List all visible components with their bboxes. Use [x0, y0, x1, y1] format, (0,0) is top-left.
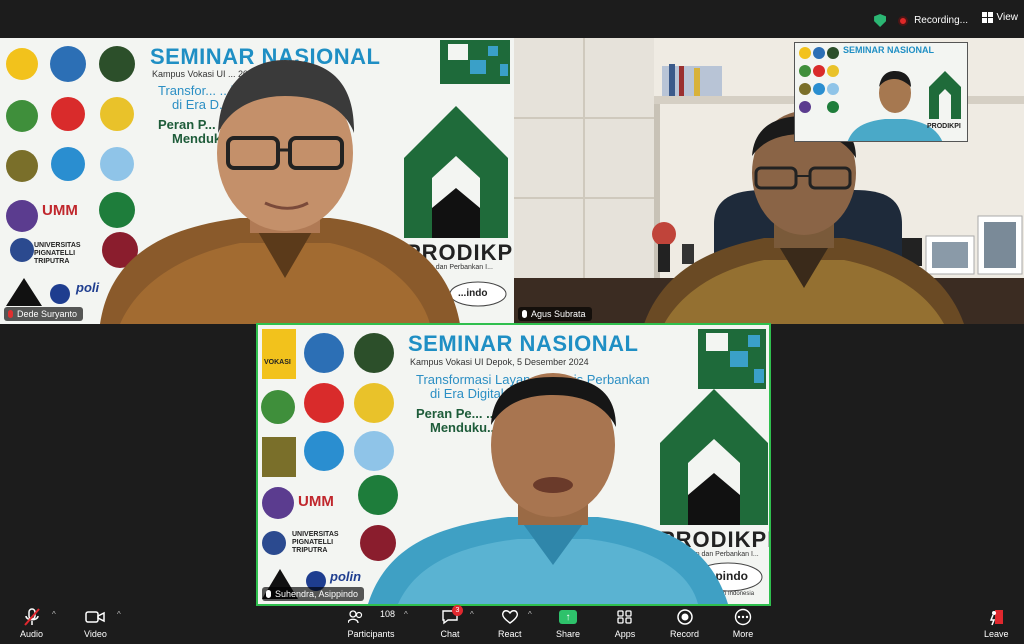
- video-tile-agus-subrata[interactable]: SEMINAR NASIONAL PRODIKPI Agus Subrata: [514, 38, 1024, 324]
- record-dot-icon: [898, 15, 909, 26]
- leave-button[interactable]: Leave: [984, 608, 1009, 639]
- self-view-brand: PRODIKPI: [927, 123, 961, 130]
- record-button[interactable]: Record: [670, 608, 699, 639]
- participant-name-badge: Dede Suryanto: [4, 307, 84, 321]
- umm-logo-text: UMM: [298, 493, 334, 510]
- audio-button[interactable]: Audio: [20, 608, 43, 639]
- askrindo-logo-text: ...indo: [458, 288, 488, 299]
- mic-icon: [522, 310, 527, 318]
- muted-mic-icon: [8, 310, 13, 318]
- shield-icon: [874, 14, 887, 27]
- apps-icon: [614, 608, 636, 626]
- participants-count: 108: [380, 609, 396, 619]
- view-button[interactable]: View: [981, 12, 1019, 23]
- video-tile-dede-suryanto[interactable]: SEMINAR NASIONAL Kampus Vokasi UI ... 20…: [0, 38, 514, 324]
- view-label: View: [996, 12, 1019, 23]
- audio-options-caret-icon[interactable]: ^: [52, 610, 56, 619]
- video-options-caret-icon[interactable]: ^: [117, 610, 121, 619]
- poli-logo-text: polin: [330, 569, 362, 584]
- vokasi-logo-text: VOKASI: [264, 359, 291, 366]
- leave-label: Leave: [984, 629, 1009, 639]
- video-tile-active-speaker[interactable]: VOKASI SEMINAR NASIONAL Kampus Vokasi UI…: [256, 323, 771, 606]
- heart-icon: [499, 608, 521, 626]
- participant-video-dede: [100, 60, 460, 324]
- leave-icon: [985, 608, 1007, 626]
- chat-icon: 3: [439, 605, 463, 626]
- grid-icon: [981, 12, 993, 23]
- mic-icon: [266, 590, 271, 598]
- self-view-thumbnail[interactable]: SEMINAR NASIONAL PRODIKPI: [794, 42, 968, 142]
- meeting-toolbar: Audio ^ Video ^ 108 Participants ^ 3 Cha…: [0, 605, 1024, 644]
- self-view-slide-title: SEMINAR NASIONAL: [843, 45, 935, 55]
- more-icon: [732, 608, 754, 626]
- audio-label: Audio: [20, 629, 44, 639]
- share-button[interactable]: ↑ Share: [556, 608, 580, 639]
- univ-logo-text: UNIVERSITAS PIGNATELLI TRIPUTRA: [292, 531, 339, 554]
- video-label: Video: [84, 629, 107, 639]
- participants-icon: 108: [346, 608, 396, 626]
- umm-logo-text: UMM: [42, 202, 78, 219]
- record-icon: [674, 608, 696, 626]
- record-label: Record: [670, 629, 700, 639]
- participants-button[interactable]: 108 Participants: [346, 608, 396, 639]
- participant-name-badge: Agus Subrata: [518, 307, 592, 321]
- video-button[interactable]: Video: [84, 608, 107, 639]
- recording-label: Recording...: [914, 15, 968, 26]
- participants-caret-icon[interactable]: ^: [404, 610, 408, 619]
- react-button[interactable]: React: [498, 608, 522, 639]
- participant-video-speaker: [368, 373, 728, 604]
- apps-button[interactable]: Apps: [614, 608, 636, 639]
- zoom-meeting-window: Recording... View SEMINAR NASIONAL Kampu…: [0, 0, 1024, 644]
- participant-name: Dede Suryanto: [17, 309, 78, 319]
- recording-indicator[interactable]: Recording...: [874, 14, 968, 27]
- react-label: React: [498, 629, 522, 639]
- camera-icon: [84, 608, 106, 626]
- top-bar: Recording... View: [0, 0, 1024, 40]
- chat-button[interactable]: 3 Chat: [439, 605, 463, 639]
- react-caret-icon[interactable]: ^: [528, 610, 532, 619]
- chat-caret-icon[interactable]: ^: [470, 610, 474, 619]
- participant-name-badge: Suhendra, Asippindo: [262, 587, 365, 601]
- mic-muted-icon: [21, 608, 43, 626]
- participant-name: Suhendra, Asippindo: [275, 589, 359, 599]
- share-screen-icon: ↑: [557, 608, 579, 626]
- more-label: More: [732, 629, 754, 639]
- more-button[interactable]: More: [732, 608, 754, 639]
- share-label: Share: [556, 629, 581, 639]
- chat-label: Chat: [440, 629, 460, 639]
- chat-unread-badge: 3: [452, 605, 463, 616]
- participant-name: Agus Subrata: [531, 309, 586, 319]
- participants-label: Participants: [347, 629, 395, 639]
- apps-label: Apps: [614, 629, 636, 639]
